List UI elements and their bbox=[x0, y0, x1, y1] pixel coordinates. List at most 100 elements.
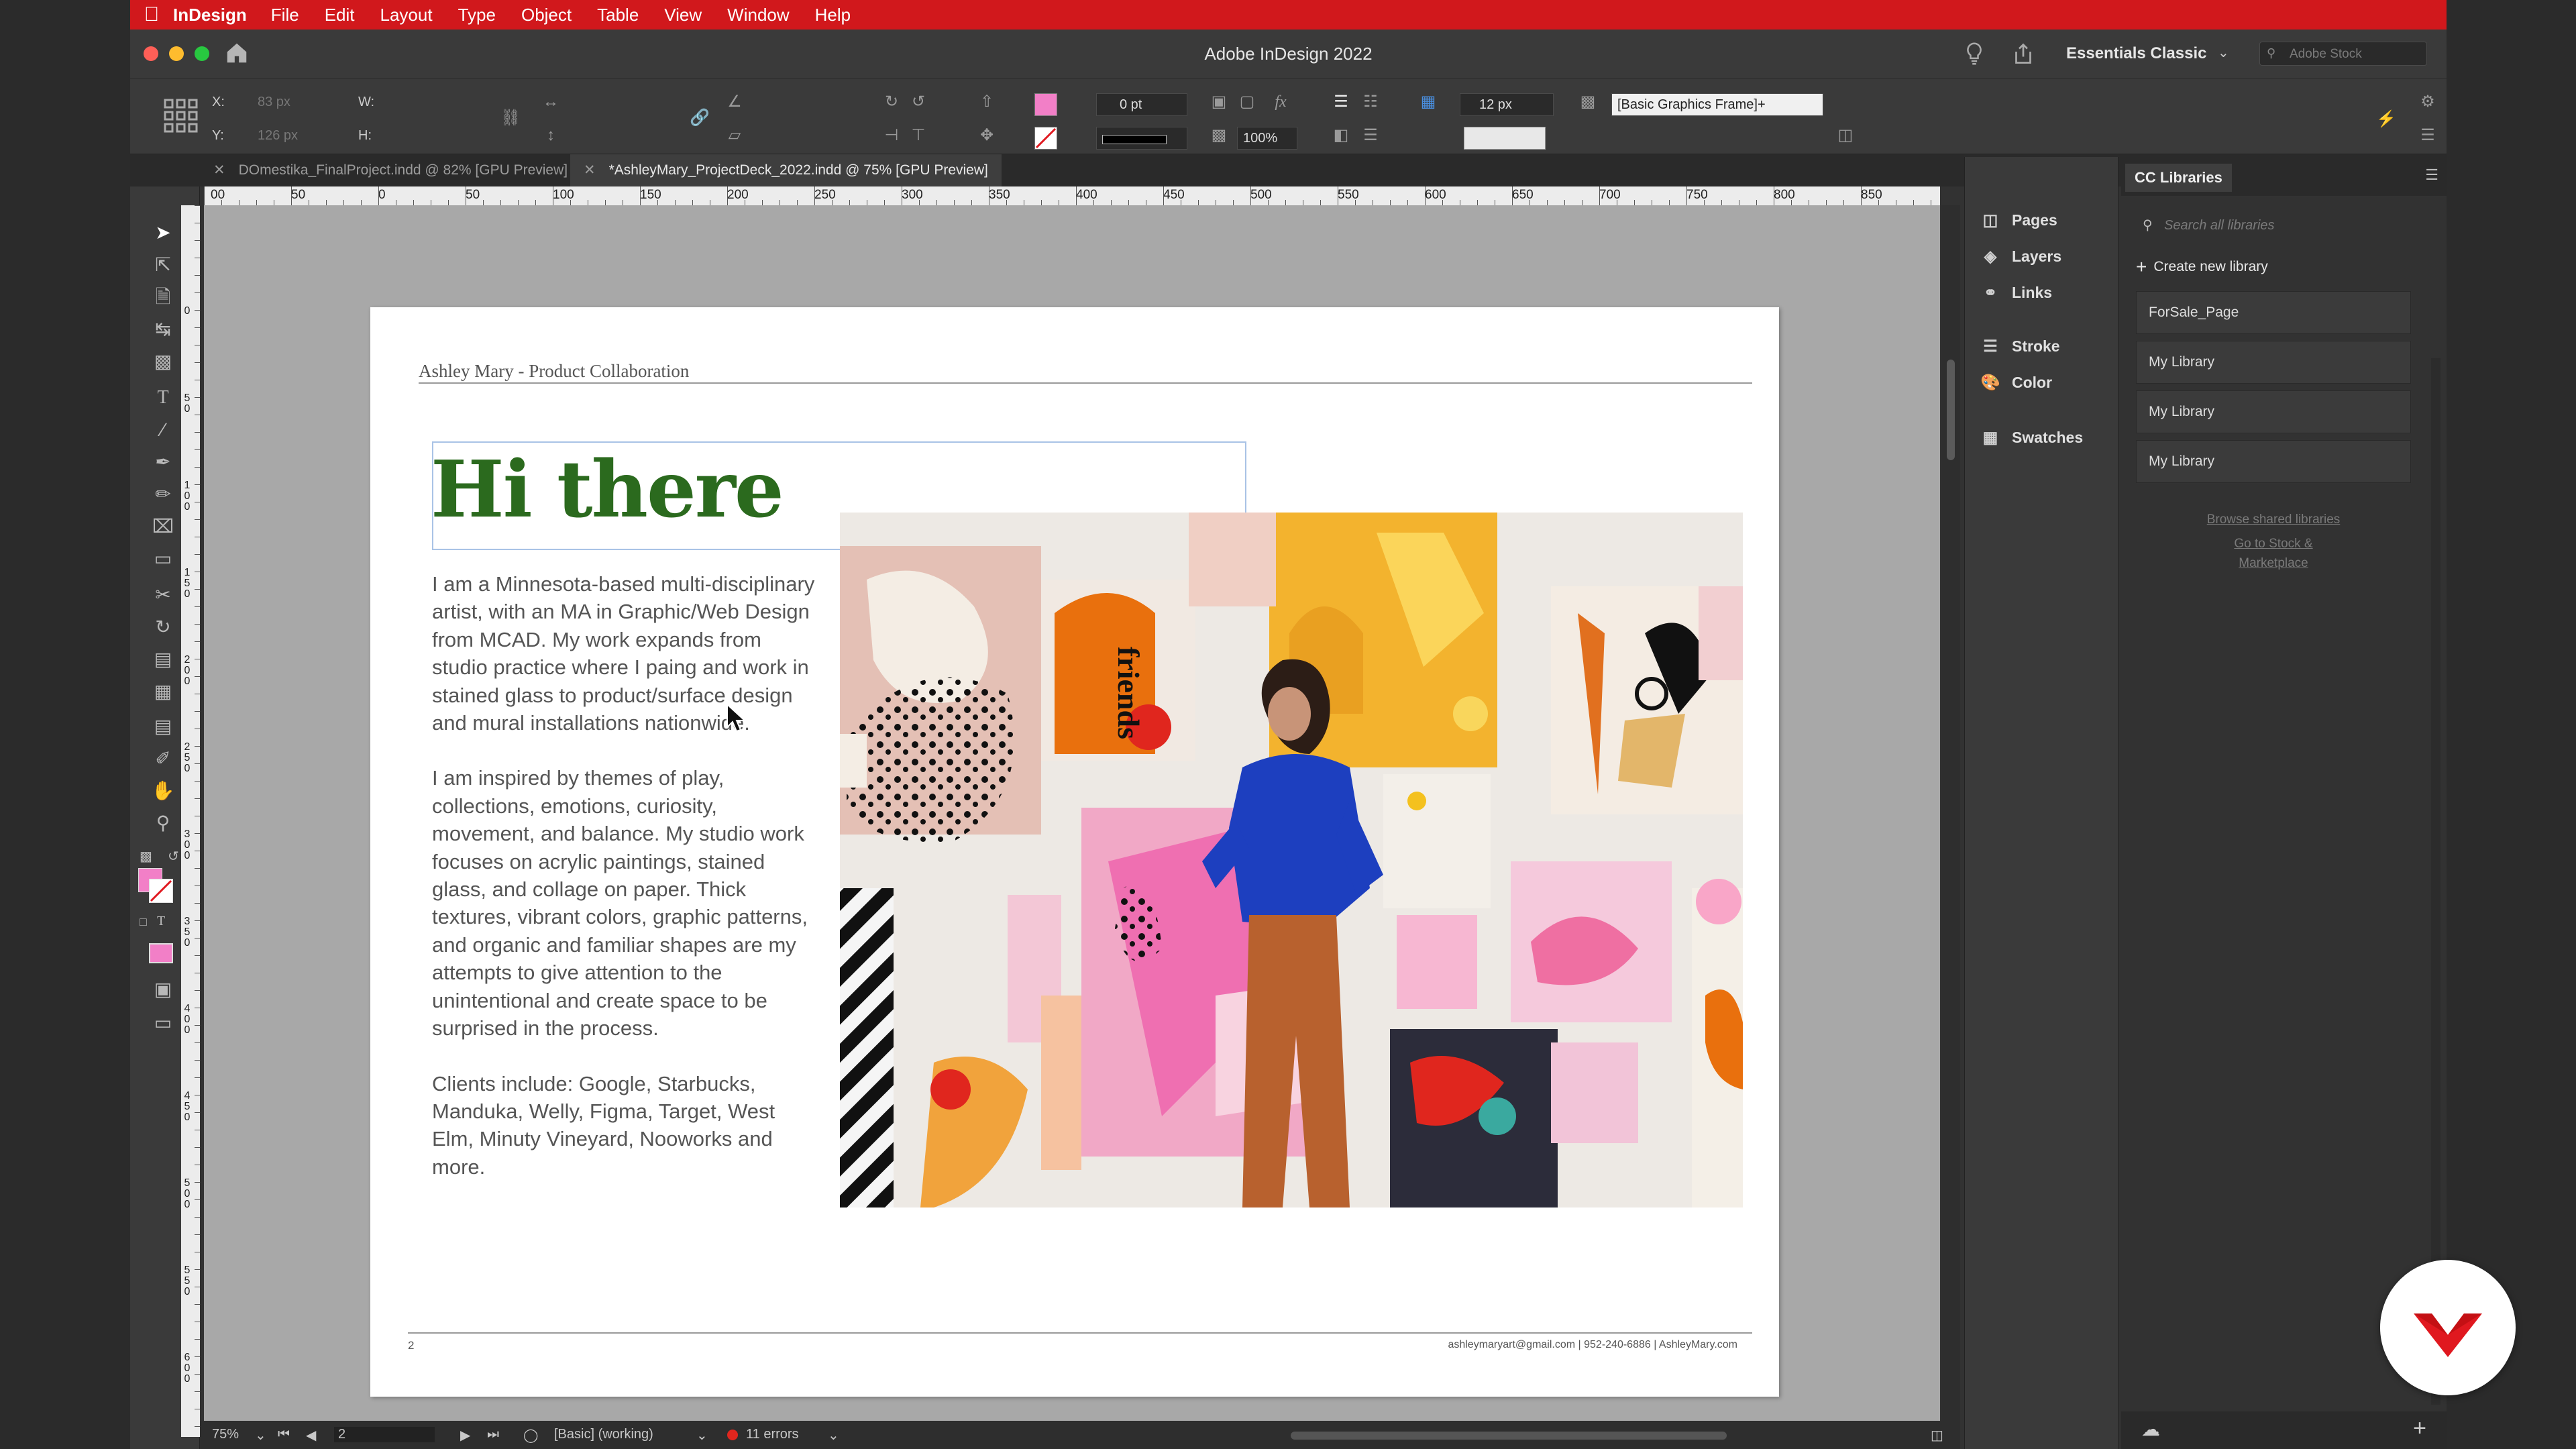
line-tool-icon[interactable]: ∕ bbox=[148, 417, 178, 443]
library-item[interactable]: My Library bbox=[2136, 341, 2411, 384]
rectangle-frame-tool-icon[interactable]: ⌧ bbox=[148, 514, 178, 539]
note-tool-icon[interactable]: ▤ bbox=[148, 714, 178, 739]
eyedropper-tool-icon[interactable]: ✐ bbox=[148, 746, 178, 771]
cc-libraries-scrollbar[interactable] bbox=[2431, 358, 2440, 1405]
pencil-tool-icon[interactable]: ✏ bbox=[148, 482, 178, 507]
stroke-color-preview[interactable] bbox=[1464, 127, 1546, 150]
tab-ashleymary-deck[interactable]: ✕ *AshleyMary_ProjectDeck_2022.indd @ 75%… bbox=[570, 154, 1002, 186]
x-field[interactable]: 83 px bbox=[258, 95, 290, 110]
go-to-stock-link[interactable]: Go to Stock & Marketplace bbox=[2216, 534, 2330, 573]
stroke-weight-field[interactable]: 0 pt bbox=[1096, 93, 1187, 116]
panel-links[interactable]: ⚭ Links bbox=[1978, 279, 2052, 306]
menu-help[interactable]: Help bbox=[815, 5, 851, 25]
reference-point-icon[interactable] bbox=[164, 99, 199, 133]
selection-tool-icon[interactable]: ➤ bbox=[148, 220, 178, 246]
close-window-button[interactable] bbox=[144, 46, 158, 61]
rotate-cw-icon[interactable]: ↻ bbox=[881, 92, 902, 112]
panel-layers[interactable]: ◈ Layers bbox=[1978, 243, 2061, 270]
swap-colors-icon[interactable]: ↺ bbox=[168, 848, 179, 865]
menu-layout[interactable]: Layout bbox=[380, 5, 433, 25]
panel-pages[interactable]: ◫ Pages bbox=[1978, 207, 2057, 233]
select-container-icon[interactable]: ⇧ bbox=[977, 92, 997, 112]
content-collector-icon[interactable]: ▩ bbox=[148, 349, 178, 374]
menu-view[interactable]: View bbox=[664, 5, 702, 25]
cc-libraries-tab[interactable]: CC Libraries bbox=[2125, 164, 2232, 192]
apple-menu-icon[interactable]:  bbox=[130, 3, 173, 26]
align-left-icon[interactable]: ◧ bbox=[1331, 125, 1351, 146]
auto-fit-icon[interactable]: ▦ bbox=[1418, 92, 1438, 112]
library-item[interactable]: ForSale_Page bbox=[2136, 291, 2411, 334]
quick-apply-icon[interactable]: ◫ bbox=[1835, 125, 1856, 146]
close-tab-icon[interactable]: ✕ bbox=[213, 162, 225, 178]
free-transform-tool-icon[interactable]: ↻ bbox=[148, 614, 178, 640]
panel-menu-icon[interactable]: ☰ bbox=[2418, 125, 2438, 146]
menu-type[interactable]: Type bbox=[458, 5, 496, 25]
zoom-tool-icon[interactable]: ⚲ bbox=[148, 810, 178, 836]
scale-x-icon[interactable]: ↔ bbox=[541, 92, 561, 112]
last-page-icon[interactable]: ⏭ bbox=[487, 1427, 499, 1442]
split-view-icon[interactable]: ◫ bbox=[1931, 1427, 1943, 1444]
rectangle-tool-icon[interactable]: ▭ bbox=[148, 546, 178, 572]
link-scale-icon[interactable]: 🔗 bbox=[690, 108, 710, 128]
adobe-stock-search[interactable]: ⚲ Adobe Stock bbox=[2259, 42, 2427, 66]
gradient-feather-tool-icon[interactable]: ▦ bbox=[148, 679, 178, 704]
library-item[interactable]: My Library bbox=[2136, 390, 2411, 433]
library-item[interactable]: My Library bbox=[2136, 440, 2411, 483]
browse-shared-libraries-link[interactable]: Browse shared libraries bbox=[2136, 510, 2411, 529]
text-wrap-none-icon[interactable]: ☰ bbox=[1331, 92, 1351, 112]
app-menu[interactable]: InDesign bbox=[173, 5, 247, 25]
screen-mode-icon[interactable]: ▣ bbox=[148, 977, 178, 1002]
stroke-type-dropdown[interactable] bbox=[1096, 127, 1187, 150]
object-style-dropdown[interactable]: [Basic Graphics Frame]+ bbox=[1611, 93, 1823, 116]
scale-y-icon[interactable]: ↕ bbox=[541, 125, 561, 146]
menu-file[interactable]: File bbox=[271, 5, 299, 25]
create-library-button[interactable]: + Create new library bbox=[2136, 256, 2268, 278]
tab-domestika-project[interactable]: ✕ DOmestika_FinalProject.indd @ 82% [GPU … bbox=[200, 154, 581, 186]
previous-page-icon[interactable]: ◀ bbox=[306, 1427, 316, 1444]
gear-icon[interactable]: ⚙ bbox=[2418, 92, 2438, 112]
rotate-icon[interactable]: ∠ bbox=[724, 92, 745, 112]
scroll-thumb[interactable] bbox=[1947, 360, 1955, 460]
chevron-down-icon[interactable]: ⌄ bbox=[828, 1427, 839, 1444]
gap-tool-icon[interactable]: ↹ bbox=[148, 317, 178, 342]
flip-horizontal-icon[interactable]: ⊣ bbox=[881, 125, 902, 146]
workspace-switcher[interactable]: Essentials Classic bbox=[2066, 44, 2206, 63]
page-number-field[interactable]: 2 bbox=[334, 1427, 435, 1442]
next-page-icon[interactable]: ▶ bbox=[460, 1427, 470, 1444]
select-content-icon[interactable]: ✥ bbox=[977, 125, 997, 146]
page-header-text[interactable]: Ashley Mary - Product Collaboration bbox=[419, 361, 689, 382]
hand-tool-icon[interactable]: ✋ bbox=[148, 778, 178, 804]
scissors-tool-icon[interactable]: ✂ bbox=[148, 582, 178, 608]
align-center-icon[interactable]: ☰ bbox=[1360, 125, 1381, 146]
shear-icon[interactable]: ▱ bbox=[724, 125, 745, 146]
formatting-text-icon[interactable]: T bbox=[157, 914, 165, 929]
preflight-errors[interactable]: 11 errors bbox=[746, 1427, 799, 1442]
stroke-color-swatch[interactable] bbox=[149, 879, 173, 903]
zoom-window-button[interactable] bbox=[195, 46, 209, 61]
menu-window[interactable]: Window bbox=[727, 5, 789, 25]
view-mode-icon[interactable]: ▭ bbox=[148, 1010, 178, 1036]
share-icon[interactable] bbox=[2011, 42, 2035, 66]
direct-selection-tool-icon[interactable]: ⇱ bbox=[148, 252, 178, 278]
vertical-scrollbar[interactable] bbox=[1941, 205, 1960, 1437]
menu-object[interactable]: Object bbox=[521, 5, 572, 25]
rotate-ccw-icon[interactable]: ↺ bbox=[908, 92, 928, 112]
minimize-window-button[interactable] bbox=[169, 46, 184, 61]
body-text-frame[interactable]: I am a Minnesota-based multi-disciplinar… bbox=[432, 570, 818, 1208]
preflight-icon[interactable]: ◯ bbox=[523, 1427, 538, 1444]
home-icon[interactable] bbox=[224, 40, 250, 66]
y-field[interactable]: 126 px bbox=[258, 128, 298, 144]
panel-stroke[interactable]: ☰ Stroke bbox=[1978, 333, 2059, 360]
pen-tool-icon[interactable]: ✒ bbox=[148, 449, 178, 475]
chevron-down-icon[interactable]: ⌄ bbox=[2218, 44, 2229, 61]
footer-contact[interactable]: ashleymaryart@gmail.com | 952-240-6886 |… bbox=[1448, 1339, 1737, 1351]
flip-vertical-icon[interactable]: ⊤ bbox=[908, 125, 928, 146]
opacity-field[interactable]: 100% bbox=[1237, 127, 1297, 150]
type-tool-icon[interactable]: T bbox=[148, 385, 178, 411]
fill-swatch[interactable] bbox=[1034, 93, 1057, 116]
effects-fx-icon[interactable]: fx bbox=[1271, 92, 1291, 112]
lightning-icon[interactable]: ⚡ bbox=[2376, 109, 2396, 129]
menu-table[interactable]: Table bbox=[597, 5, 639, 25]
panel-color[interactable]: 🎨 Color bbox=[1978, 369, 2052, 396]
gap-field[interactable]: 12 px bbox=[1460, 93, 1554, 116]
